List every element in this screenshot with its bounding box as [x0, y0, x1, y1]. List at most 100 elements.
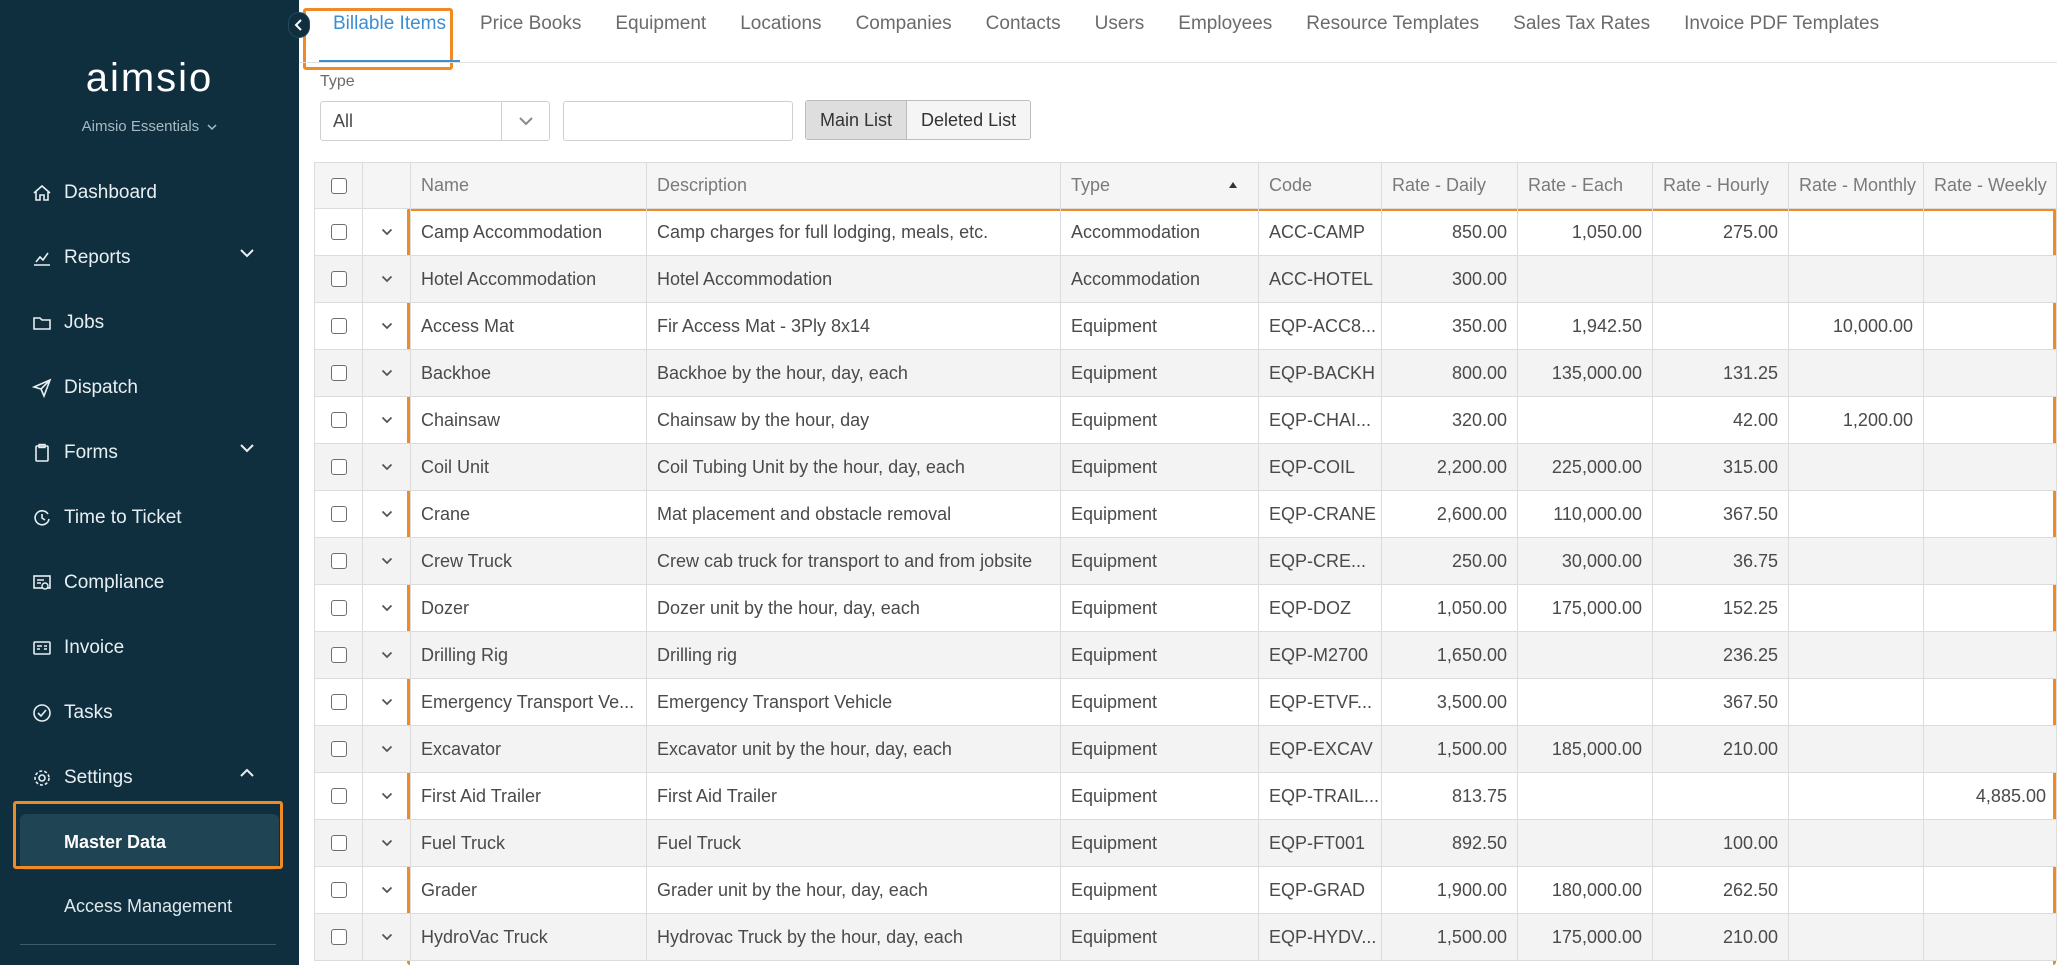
cell-rate-daily: 300.00: [1381, 256, 1517, 302]
table-row[interactable]: Emergency Transport Ve... Emergency Trans…: [314, 679, 2057, 726]
cell-code: EQP-TRAIL...: [1258, 773, 1381, 819]
app-logo[interactable]: aimsio: [0, 56, 299, 101]
table-row[interactable]: HydroVac Truck Hydrovac Truck by the hour…: [314, 914, 2057, 961]
table-row[interactable]: Excavator Excavator unit by the hour, day…: [314, 726, 2057, 773]
row-checkbox[interactable]: [330, 600, 347, 616]
tab-locations[interactable]: Locations: [726, 0, 835, 62]
chevron-up-icon[interactable]: [239, 767, 255, 779]
row-expand-button[interactable]: [362, 491, 410, 537]
row-expand-button[interactable]: [362, 350, 410, 396]
column-header-rate-each[interactable]: Rate - Each: [1517, 163, 1652, 208]
tab-price-books[interactable]: Price Books: [466, 0, 595, 62]
row-checkbox[interactable]: [330, 741, 347, 757]
row-checkbox[interactable]: [330, 365, 347, 381]
sidebar-subitem-master-data[interactable]: Master Data: [20, 814, 279, 870]
tab-equipment[interactable]: Equipment: [601, 0, 720, 62]
sidebar-item-time-to-ticket[interactable]: Time to Ticket: [0, 485, 299, 550]
tab-employees[interactable]: Employees: [1164, 0, 1286, 62]
tab-users[interactable]: Users: [1081, 0, 1159, 62]
row-expand-button[interactable]: [362, 538, 410, 584]
table-row[interactable]: Fuel Truck Fuel Truck Equipment EQP-FT001 89…: [314, 820, 2057, 867]
row-expand-button[interactable]: [362, 256, 410, 302]
cell-type: Equipment: [1060, 679, 1258, 725]
row-checkbox[interactable]: [330, 788, 347, 804]
select-all-checkbox[interactable]: [330, 177, 347, 194]
row-expand-button[interactable]: [362, 632, 410, 678]
sidebar-item-forms[interactable]: Forms: [0, 420, 299, 485]
table-row[interactable]: Grader Grader unit by the hour, day, each…: [314, 867, 2057, 914]
type-filter-dropdown-button[interactable]: [501, 102, 549, 140]
row-expand-button[interactable]: [362, 444, 410, 490]
main-list-button[interactable]: Main List: [806, 101, 908, 139]
table-row[interactable]: Coil Unit Coil Tubing Unit by the hour, d…: [314, 444, 2057, 491]
row-checkbox[interactable]: [330, 318, 347, 334]
chevron-down-icon[interactable]: [239, 442, 255, 454]
sidebar-collapse-button[interactable]: [288, 12, 310, 38]
row-expand-button[interactable]: [362, 820, 410, 866]
table-row[interactable]: Chainsaw Chainsaw by the hour, day Equipme…: [314, 397, 2057, 444]
row-checkbox[interactable]: [330, 412, 347, 428]
sidebar-subitem-access-management[interactable]: Access Management: [0, 874, 299, 939]
column-header-rate-monthly[interactable]: Rate - Monthly: [1788, 163, 1923, 208]
row-expand-button[interactable]: [362, 726, 410, 772]
table-row[interactable]: Dozer Dozer unit by the hour, day, each Eq…: [314, 585, 2057, 632]
cell-description: Hotel Accommodation: [646, 256, 1060, 302]
deleted-list-button[interactable]: Deleted List: [907, 101, 1031, 139]
row-expand-button[interactable]: [362, 867, 410, 913]
invoice-icon: [30, 636, 54, 660]
row-expand-button[interactable]: [362, 303, 410, 349]
row-checkbox[interactable]: [330, 835, 347, 851]
column-header-rate-weekly[interactable]: Rate - Weekly: [1923, 163, 2057, 208]
sidebar-item-dashboard[interactable]: Dashboard: [0, 160, 299, 225]
tab-billable-items[interactable]: Billable Items: [319, 2, 460, 62]
sidebar-item-settings[interactable]: Settings: [0, 745, 299, 810]
tab-companies[interactable]: Companies: [842, 0, 966, 62]
row-expand-button[interactable]: [362, 679, 410, 725]
column-header-description[interactable]: Description: [646, 163, 1060, 208]
table-row[interactable]: First Aid Trailer First Aid Trailer Equipm…: [314, 773, 2057, 820]
tab-sales-tax-rates[interactable]: Sales Tax Rates: [1499, 0, 1664, 62]
tab-resource-templates[interactable]: Resource Templates: [1292, 0, 1493, 62]
row-expand-button[interactable]: [362, 585, 410, 631]
table-row[interactable]: Hotel Accommodation Hotel Accommodation Ac…: [314, 256, 2057, 303]
cell-rate-weekly: [1923, 632, 2057, 678]
tab-contacts[interactable]: Contacts: [972, 0, 1075, 62]
row-checkbox[interactable]: [330, 882, 347, 898]
row-checkbox[interactable]: [330, 506, 347, 522]
row-checkbox[interactable]: [330, 694, 347, 710]
row-checkbox[interactable]: [330, 647, 347, 663]
search-input[interactable]: [563, 101, 793, 141]
sidebar-item-compliance[interactable]: Compliance: [0, 550, 299, 615]
column-header-rate-daily[interactable]: Rate - Daily: [1381, 163, 1517, 208]
sidebar-item-reports[interactable]: Reports: [0, 225, 299, 290]
table-row[interactable]: Drilling Rig Drilling rig Equipment EQP-M27…: [314, 632, 2057, 679]
cell-name: Excavator: [410, 726, 646, 772]
column-header-rate-hourly[interactable]: Rate - Hourly: [1652, 163, 1788, 208]
table-row[interactable]: Crane Mat placement and obstacle removal E…: [314, 491, 2057, 538]
row-expand-button[interactable]: [362, 397, 410, 443]
column-header-name[interactable]: Name: [410, 163, 646, 208]
sidebar-item-invoice[interactable]: Invoice: [0, 615, 299, 680]
table-row[interactable]: Backhoe Backhoe by the hour, day, each Equ…: [314, 350, 2057, 397]
row-checkbox[interactable]: [330, 271, 347, 287]
tab-invoice-pdf-templates[interactable]: Invoice PDF Templates: [1670, 0, 1893, 62]
row-checkbox[interactable]: [330, 553, 347, 569]
row-checkbox[interactable]: [330, 929, 347, 945]
table-row[interactable]: Access Mat Fir Access Mat - 3Ply 8x14 Equi…: [314, 303, 2057, 350]
sidebar-item-tasks[interactable]: Tasks: [0, 680, 299, 745]
org-switcher[interactable]: Aimsio Essentials: [0, 118, 299, 135]
type-filter-select[interactable]: All: [320, 101, 550, 141]
row-checkbox[interactable]: [330, 224, 347, 240]
column-header-code[interactable]: Code: [1258, 163, 1381, 208]
table-row[interactable]: Camp Accommodation Camp charges for full …: [314, 209, 2057, 256]
sidebar-item-dispatch[interactable]: Dispatch: [0, 355, 299, 420]
row-expand-button[interactable]: [362, 914, 410, 960]
table-row[interactable]: Crew Truck Crew cab truck for transport t…: [314, 538, 2057, 585]
expand-header-cell: [362, 163, 410, 208]
row-expand-button[interactable]: [362, 209, 410, 255]
row-expand-button[interactable]: [362, 773, 410, 819]
sidebar-item-jobs[interactable]: Jobs: [0, 290, 299, 355]
chevron-down-icon[interactable]: [239, 247, 255, 259]
column-header-type[interactable]: Type: [1060, 163, 1258, 208]
row-checkbox[interactable]: [330, 459, 347, 475]
